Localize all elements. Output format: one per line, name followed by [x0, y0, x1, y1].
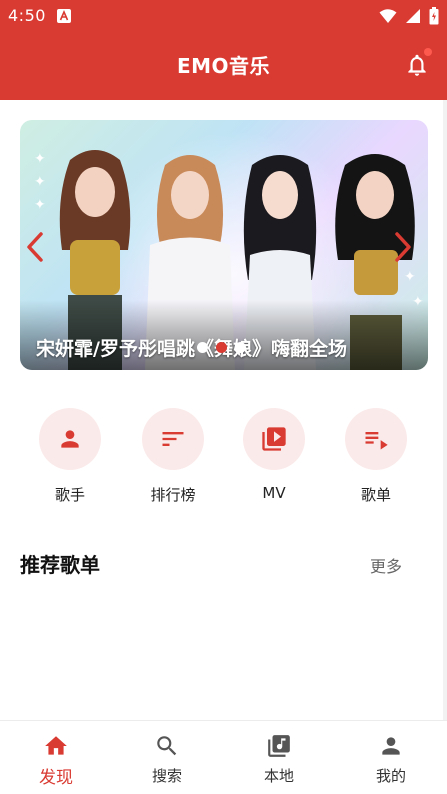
quick-entry-label: 歌手 [54, 486, 85, 504]
person-icon [61, 430, 79, 448]
chevron-right-icon[interactable] [394, 232, 412, 262]
battery-icon [429, 7, 439, 25]
music-library-icon [268, 735, 290, 757]
search-icon [157, 736, 177, 756]
quick-entry-circle [39, 408, 101, 470]
carousel-dot-active[interactable] [216, 342, 227, 353]
nav-label: 本地 [263, 767, 294, 785]
scroll-edge [443, 100, 447, 794]
quick-entry-circle [142, 408, 204, 470]
status-icons [379, 7, 439, 25]
carousel-dots [197, 342, 246, 353]
nav-tab-search[interactable]: 搜索 [132, 733, 202, 786]
bottom-navigation: 发现 搜索 本地 我的 [0, 720, 447, 794]
wifi-icon [379, 9, 397, 23]
app-root: 4:50 EMO音乐 ✦ ✦ ✦ ✦ 宋妍霏/罗予彤唱跳《舞娘》嗨翻全场 歌手 … [0, 0, 447, 794]
quick-entry-charts[interactable]: 排行榜 [128, 408, 218, 505]
nav-tab-mine[interactable]: 我的 [356, 733, 426, 786]
section-title: 推荐歌单 [20, 553, 100, 577]
quick-entries: 歌手 排行榜 MV 歌单 [0, 408, 447, 508]
nav-label: 发现 [39, 768, 73, 788]
quick-entry-singers[interactable]: 歌手 [25, 408, 115, 505]
quick-entry-circle [345, 408, 407, 470]
status-bar: 4:50 [0, 0, 447, 32]
banner-carousel[interactable]: ✦ ✦ ✦ ✦ ✦ [20, 120, 428, 370]
quick-entry-label: 歌单 [360, 486, 391, 504]
nav-tab-local[interactable]: 本地 [244, 733, 314, 786]
notification-button[interactable] [404, 48, 432, 78]
quick-entry-mv[interactable]: MV [229, 408, 319, 502]
chevron-left-icon[interactable] [26, 232, 44, 262]
home-icon [45, 736, 67, 755]
app-bar: 4:50 EMO音乐 [0, 0, 447, 100]
quick-entry-playlists[interactable]: 歌单 [331, 408, 421, 505]
quick-entry-label: 排行榜 [150, 486, 196, 504]
carousel-dot[interactable] [235, 342, 246, 353]
carousel-dot[interactable] [197, 342, 208, 353]
signal-icon [406, 9, 420, 23]
video-library-icon [262, 427, 286, 451]
nav-tab-discover[interactable]: 发现 [21, 733, 91, 788]
notification-dot [424, 48, 432, 56]
nav-label: 我的 [375, 767, 406, 785]
page-title: EMO音乐 [176, 54, 271, 78]
sort-icon [162, 432, 184, 446]
quick-entry-circle [243, 408, 305, 470]
playlist-icon [365, 432, 388, 450]
person-icon [382, 737, 400, 755]
banner-caption: 宋妍霏/罗予彤唱跳《舞娘》嗨翻全场 [36, 338, 347, 360]
quick-entry-label: MV [262, 484, 286, 502]
nav-label: 搜索 [151, 767, 182, 785]
notification-a-icon [57, 9, 71, 23]
more-link[interactable]: 更多 [370, 553, 402, 577]
status-time: 4:50 [8, 6, 46, 25]
